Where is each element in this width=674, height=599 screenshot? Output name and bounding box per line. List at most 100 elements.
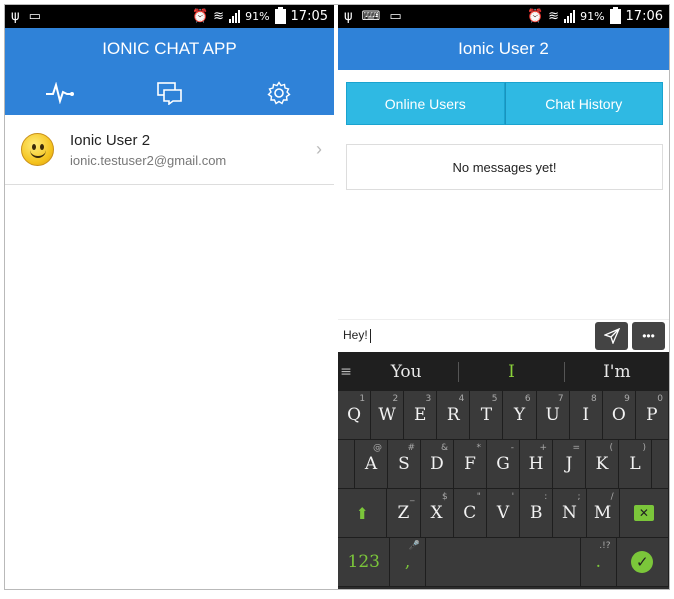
message-compose-bar: Hey! •••: [338, 319, 669, 351]
key-label: D: [430, 454, 444, 474]
key-t[interactable]: T5: [470, 391, 504, 440]
key-i[interactable]: I8: [569, 391, 603, 440]
space-key[interactable]: [425, 538, 582, 587]
key-v[interactable]: V ': [486, 489, 521, 538]
key-y[interactable]: Y6: [503, 391, 537, 440]
key-f[interactable]: F *: [454, 440, 487, 489]
screenshot-icon: ▭: [389, 9, 402, 24]
wifi-icon: ≋: [548, 9, 560, 24]
key-o[interactable]: O9: [602, 391, 636, 440]
online-users-button[interactable]: Online Users: [346, 82, 505, 125]
chat-bubbles-icon: [156, 81, 182, 105]
key-g[interactable]: G-: [487, 440, 520, 489]
pulse-icon: [45, 81, 74, 104]
period-key[interactable]: ..!?: [581, 538, 617, 587]
key-label: V: [496, 503, 510, 523]
tab-activity[interactable]: [5, 70, 115, 115]
key-c[interactable]: C ": [453, 489, 487, 538]
shift-arrow-icon: ⬆: [355, 503, 369, 523]
microphone-icon: 🎤: [408, 541, 420, 551]
key-label: X: [430, 503, 443, 523]
key-label: W: [378, 405, 396, 425]
key-q[interactable]: Q1: [338, 391, 372, 440]
suggestion-3[interactable]: I'm: [565, 362, 669, 382]
key-e[interactable]: E3: [404, 391, 438, 440]
key-alt-label: -: [510, 443, 514, 453]
tab-settings[interactable]: [224, 70, 334, 115]
screenshot-icon: ▭: [28, 9, 41, 24]
key-label: L: [629, 454, 641, 474]
numbers-mode-key[interactable]: 123: [338, 538, 391, 587]
key-label: R: [446, 405, 460, 425]
left-phone-screen: ψ ▭ ⏰ ≋ 91% 17:05 IONIC CHAT APP Ionic U…: [5, 5, 334, 589]
key-w[interactable]: W2: [371, 391, 405, 440]
suggestion-2[interactable]: I: [458, 361, 565, 382]
alarm-icon: ⏰: [526, 9, 544, 24]
key-alt-label: /: [610, 492, 614, 502]
more-options-button[interactable]: •••: [632, 321, 665, 350]
key-n[interactable]: N;: [553, 489, 587, 538]
key-b[interactable]: B:: [520, 489, 554, 538]
app-title: IONIC CHAT APP: [102, 39, 237, 58]
text-caret: [369, 328, 371, 343]
user-list-item[interactable]: Ionic User 2 ionic.testuser2@gmail.com ›: [5, 115, 334, 185]
key-s[interactable]: S #: [388, 440, 421, 489]
enter-key[interactable]: ✓: [616, 538, 669, 587]
battery-icon: [274, 7, 286, 24]
keyboard-row-2: A @ S # D & F * G - H + J = K(L): [338, 440, 669, 489]
gear-icon: [267, 80, 291, 105]
key-alt-label: $: [441, 492, 448, 502]
usb-icon: ψ: [344, 9, 353, 24]
app-header: IONIC CHAT APP: [5, 28, 334, 115]
suggestion-1[interactable]: You: [354, 362, 458, 382]
key-label: K: [595, 454, 609, 474]
key-label: U: [545, 405, 560, 425]
key-m[interactable]: M /: [586, 489, 620, 538]
send-button[interactable]: [595, 321, 628, 350]
menu-icon[interactable]: ≡: [338, 364, 354, 380]
checkmark-icon: ✓: [631, 551, 654, 573]
right-phone-screen: ψ ⌨ ▭ ⏰ ≋ 91% 17:06 Ionic User 2 Online …: [338, 5, 669, 589]
key-d[interactable]: D &: [421, 440, 454, 489]
key-j[interactable]: J =: [553, 440, 586, 489]
key-h[interactable]: H +: [520, 440, 553, 489]
key-p[interactable]: P0: [635, 391, 669, 440]
key-alt-label: 8: [591, 394, 597, 404]
key-label: I: [582, 405, 590, 425]
comma-key-label: ,: [404, 552, 411, 572]
row-spacer-right[interactable]: [652, 440, 669, 489]
key-x[interactable]: X $: [420, 489, 454, 538]
keyboard-row-3: ⬆ Z _ X $ C " V ' B: N; M / ✕: [338, 489, 669, 538]
message-input[interactable]: Hey!: [338, 328, 595, 343]
key-a[interactable]: A @: [355, 440, 388, 489]
key-label: S: [398, 454, 410, 474]
shift-key[interactable]: ⬆: [338, 489, 388, 538]
key-r[interactable]: R4: [437, 391, 471, 440]
status-time: 17:05: [290, 9, 328, 24]
battery-percent: 91%: [580, 10, 605, 23]
key-alt-label: @: [373, 443, 382, 453]
paper-plane-icon: [603, 327, 620, 344]
backspace-key[interactable]: ✕: [619, 489, 669, 538]
key-alt-label: :: [544, 492, 548, 502]
key-alt-label: 4: [458, 394, 465, 404]
keyboard-row-1: Q1W2E3R4T5Y6U7I8O9P0: [338, 391, 669, 440]
screenshot-frame: ψ ▭ ⏰ ≋ 91% 17:05 IONIC CHAT APP Ionic U…: [4, 4, 670, 590]
key-label: C: [463, 503, 477, 523]
key-alt-label: ": [476, 492, 481, 502]
comma-key[interactable]: , 🎤: [390, 538, 426, 587]
status-bar: ψ ⌨ ▭ ⏰ ≋ 91% 17:06: [338, 5, 669, 28]
battery-percent: 91%: [245, 10, 270, 23]
chat-history-button[interactable]: Chat History: [504, 82, 663, 125]
key-alt-label: 6: [524, 394, 531, 404]
key-z[interactable]: Z _: [387, 489, 421, 538]
tab-chats[interactable]: [115, 70, 225, 115]
key-u[interactable]: U7: [536, 391, 570, 440]
key-l[interactable]: L): [619, 440, 652, 489]
key-alt-label: (: [609, 443, 613, 453]
key-alt-label: 2: [392, 394, 399, 404]
chevron-right-icon: ›: [316, 139, 322, 159]
key-k[interactable]: K(: [586, 440, 619, 489]
row-spacer-left[interactable]: [338, 440, 355, 489]
key-alt-label: ): [642, 443, 646, 453]
